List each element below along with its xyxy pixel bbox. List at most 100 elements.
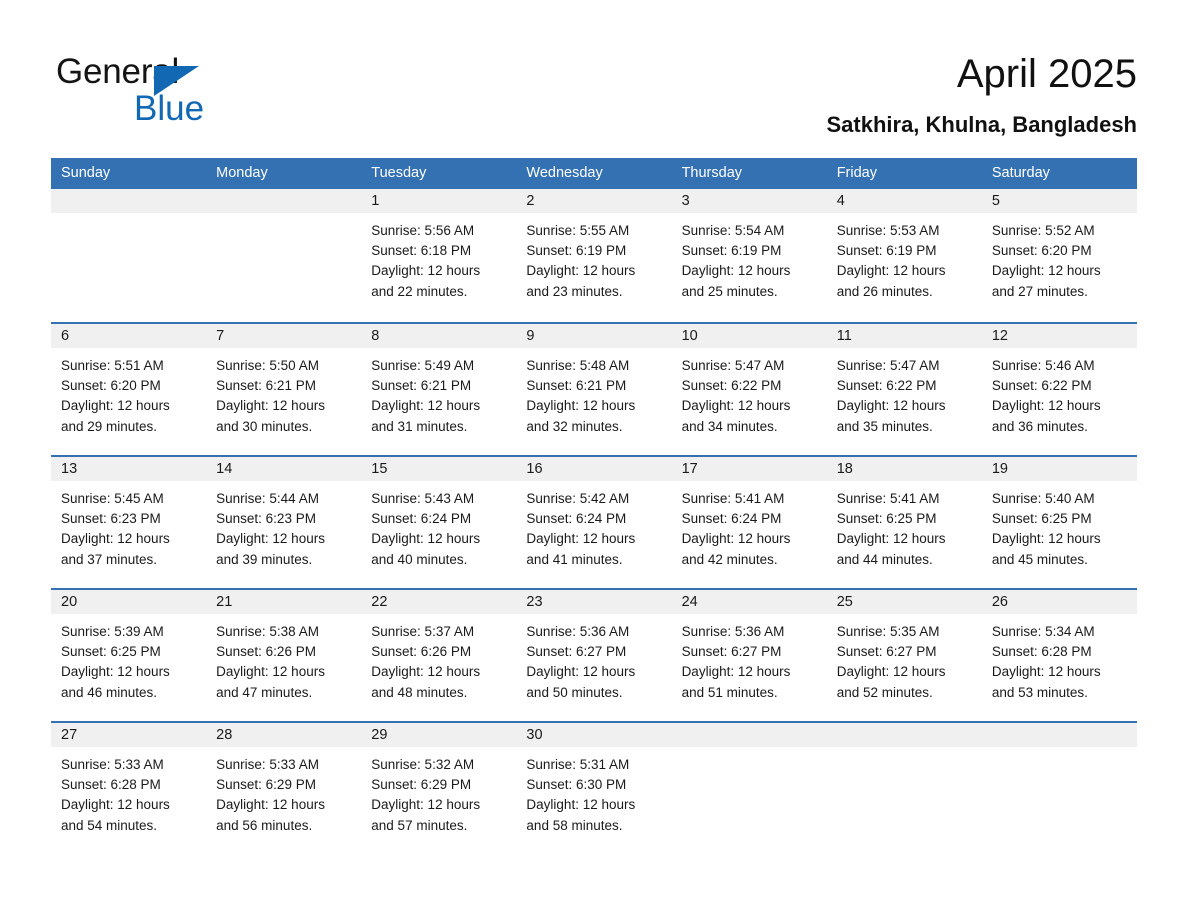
daylight-line2-text: and 26 minutes. bbox=[836, 283, 933, 299]
day-details: Sunrise: 5:33 AM Sunset: 6:29 PM Daylight:… bbox=[206, 747, 361, 836]
calendar-day-cell-empty bbox=[51, 189, 207, 322]
day-number: 10 bbox=[671, 324, 827, 348]
daylight-line1-text: Daylight: 12 hours bbox=[681, 531, 791, 547]
day-number bbox=[981, 723, 1137, 747]
calendar-day-cell-empty bbox=[671, 723, 827, 854]
calendar-day-cell[interactable]: 17 Sunrise: 5:41 AM Sunset: 6:24 PM Dayligh… bbox=[671, 457, 827, 588]
calendar-day-cell[interactable]: 30 Sunrise: 5:31 AM Sunset: 6:30 PM Dayligh… bbox=[516, 723, 672, 854]
sunrise-text: Sunrise: 5:38 AM bbox=[216, 624, 319, 639]
calendar-day-cell[interactable]: 7 Sunrise: 5:50 AM Sunset: 6:21 PM Daylight… bbox=[206, 324, 362, 455]
day-number: 17 bbox=[671, 457, 827, 481]
day-details: Sunrise: 5:46 AM Sunset: 6:22 PM Daylight:… bbox=[982, 348, 1137, 437]
day-details: Sunrise: 5:41 AM Sunset: 6:25 PM Daylight:… bbox=[827, 481, 982, 570]
weekday-header-friday: Friday bbox=[836, 165, 877, 181]
daylight-line2-text: and 22 minutes. bbox=[371, 283, 468, 299]
daylight-line1-text: Daylight: 12 hours bbox=[61, 664, 170, 680]
daylight-line1-text: Daylight: 12 hours bbox=[371, 797, 481, 813]
daylight-line1-text: Daylight: 12 hours bbox=[216, 797, 325, 813]
daylight-line2-text: and 27 minutes. bbox=[991, 283, 1088, 299]
calendar-day-cell[interactable]: 10 Sunrise: 5:47 AM Sunset: 6:22 PM Dayligh… bbox=[671, 324, 827, 455]
day-number: 24 bbox=[671, 590, 827, 614]
calendar-week-row: 6 Sunrise: 5:51 AM Sunset: 6:20 PM Daylight… bbox=[51, 322, 1137, 455]
calendar-day-cell[interactable]: 15 Sunrise: 5:43 AM Sunset: 6:24 PM Dayligh… bbox=[361, 457, 517, 588]
sunrise-text: Sunrise: 5:32 AM bbox=[371, 757, 475, 772]
day-details: Sunrise: 5:52 AM Sunset: 6:20 PM Daylight:… bbox=[982, 213, 1137, 302]
daylight-line2-text: and 41 minutes. bbox=[526, 551, 623, 567]
calendar-day-cell[interactable]: 1 Sunrise: 5:56 AM Sunset: 6:18 PM Daylight… bbox=[361, 189, 517, 322]
day-number: 6 bbox=[51, 324, 207, 348]
day-details: Sunrise: 5:56 AM Sunset: 6:18 PM Daylight:… bbox=[361, 213, 516, 302]
calendar-day-cell[interactable]: 23 Sunrise: 5:36 AM Sunset: 6:27 PM Dayligh… bbox=[516, 590, 672, 721]
calendar-day-cell[interactable]: 2 Sunrise: 5:55 AM Sunset: 6:19 PM Daylight… bbox=[516, 189, 672, 322]
calendar-day-cell[interactable]: 18 Sunrise: 5:41 AM Sunset: 6:25 PM Dayligh… bbox=[826, 457, 982, 588]
sunset-text: Sunset: 6:23 PM bbox=[216, 511, 316, 527]
day-details: Sunrise: 5:34 AM Sunset: 6:28 PM Daylight:… bbox=[982, 614, 1137, 703]
weekday-header-row: Sunday Monday Tuesday Wednesday Thursday Frid… bbox=[51, 158, 1137, 189]
calendar-day-cell[interactable]: 26 Sunrise: 5:34 AM Sunset: 6:28 PM Dayligh… bbox=[981, 590, 1137, 721]
calendar-day-cell[interactable]: 13 Sunrise: 5:45 AM Sunset: 6:23 PM Dayligh… bbox=[51, 457, 207, 588]
calendar-week-row: 1 Sunrise: 5:56 AM Sunset: 6:18 PM Daylight… bbox=[51, 189, 1137, 322]
day-number: 16 bbox=[516, 457, 672, 481]
calendar-day-cell[interactable]: 20 Sunrise: 5:39 AM Sunset: 6:25 PM Dayligh… bbox=[51, 590, 207, 721]
daylight-line2-text: and 42 minutes. bbox=[681, 551, 778, 567]
calendar-day-cell[interactable]: 29 Sunrise: 5:32 AM Sunset: 6:29 PM Dayligh… bbox=[361, 723, 517, 854]
daylight-line2-text: and 50 minutes. bbox=[526, 684, 623, 700]
calendar-table: Sunday Monday Tuesday Wednesday Thursday Frid… bbox=[51, 158, 1137, 854]
calendar-day-cell[interactable]: 6 Sunrise: 5:51 AM Sunset: 6:20 PM Daylight… bbox=[51, 324, 207, 455]
calendar-day-cell[interactable]: 16 Sunrise: 5:42 AM Sunset: 6:24 PM Dayligh… bbox=[516, 457, 672, 588]
daylight-line2-text: and 37 minutes. bbox=[61, 551, 158, 567]
daylight-line1-text: Daylight: 12 hours bbox=[681, 664, 791, 680]
sunrise-text: Sunrise: 5:43 AM bbox=[371, 491, 475, 506]
calendar-day-cell[interactable]: 5 Sunrise: 5:52 AM Sunset: 6:20 PM Daylight… bbox=[981, 189, 1137, 322]
calendar-day-cell[interactable]: 24 Sunrise: 5:36 AM Sunset: 6:27 PM Dayligh… bbox=[671, 590, 827, 721]
calendar-day-cell-empty bbox=[981, 723, 1137, 854]
day-number: 18 bbox=[826, 457, 982, 481]
sunrise-text: Sunrise: 5:34 AM bbox=[991, 624, 1095, 639]
calendar-day-cell[interactable]: 28 Sunrise: 5:33 AM Sunset: 6:29 PM Dayligh… bbox=[206, 723, 362, 854]
daylight-line2-text: and 34 minutes. bbox=[681, 418, 778, 434]
calendar-day-cell[interactable]: 8 Sunrise: 5:49 AM Sunset: 6:21 PM Daylight… bbox=[361, 324, 517, 455]
daylight-line1-text: Daylight: 12 hours bbox=[216, 531, 325, 547]
daylight-line1-text: Daylight: 12 hours bbox=[526, 263, 636, 279]
calendar-day-cell[interactable]: 19 Sunrise: 5:40 AM Sunset: 6:25 PM Dayligh… bbox=[981, 457, 1137, 588]
day-details: Sunrise: 5:53 AM Sunset: 6:19 PM Daylight:… bbox=[827, 213, 982, 302]
calendar-day-cell[interactable]: 22 Sunrise: 5:37 AM Sunset: 6:26 PM Dayligh… bbox=[361, 590, 517, 721]
calendar-day-cell[interactable]: 21 Sunrise: 5:38 AM Sunset: 6:26 PM Dayligh… bbox=[206, 590, 362, 721]
daylight-line2-text: and 52 minutes. bbox=[836, 684, 933, 700]
sunrise-text: Sunrise: 5:45 AM bbox=[61, 491, 164, 506]
day-details: Sunrise: 5:32 AM Sunset: 6:29 PM Daylight:… bbox=[361, 747, 516, 836]
calendar-day-cell[interactable]: 4 Sunrise: 5:53 AM Sunset: 6:19 PM Daylight… bbox=[826, 189, 982, 322]
sunset-text: Sunset: 6:29 PM bbox=[371, 777, 472, 793]
sunset-text: Sunset: 6:21 PM bbox=[216, 378, 316, 394]
weekday-header-tuesday: Tuesday bbox=[371, 165, 427, 181]
day-number: 21 bbox=[206, 590, 362, 614]
sunrise-text: Sunrise: 5:50 AM bbox=[216, 358, 319, 373]
sunset-text: Sunset: 6:25 PM bbox=[991, 511, 1092, 527]
sunset-text: Sunset: 6:20 PM bbox=[61, 378, 161, 394]
day-number: 7 bbox=[206, 324, 362, 348]
sunrise-text: Sunrise: 5:31 AM bbox=[526, 757, 630, 772]
calendar-day-cell[interactable]: 14 Sunrise: 5:44 AM Sunset: 6:23 PM Dayligh… bbox=[206, 457, 362, 588]
calendar-day-cell[interactable]: 25 Sunrise: 5:35 AM Sunset: 6:27 PM Dayligh… bbox=[826, 590, 982, 721]
daylight-line1-text: Daylight: 12 hours bbox=[991, 664, 1101, 680]
calendar-day-cell[interactable]: 27 Sunrise: 5:33 AM Sunset: 6:28 PM Dayligh… bbox=[51, 723, 207, 854]
day-details: Sunrise: 5:36 AM Sunset: 6:27 PM Daylight:… bbox=[516, 614, 671, 703]
daylight-line2-text: and 35 minutes. bbox=[836, 418, 933, 434]
day-details: Sunrise: 5:44 AM Sunset: 6:23 PM Daylight:… bbox=[206, 481, 361, 570]
daylight-line1-text: Daylight: 12 hours bbox=[371, 398, 481, 414]
sunset-text: Sunset: 6:21 PM bbox=[371, 378, 472, 394]
sunset-text: Sunset: 6:24 PM bbox=[526, 511, 627, 527]
calendar-day-cell[interactable]: 3 Sunrise: 5:54 AM Sunset: 6:19 PM Daylight… bbox=[671, 189, 827, 322]
day-number bbox=[671, 723, 827, 747]
sunset-text: Sunset: 6:19 PM bbox=[681, 243, 782, 259]
daylight-line1-text: Daylight: 12 hours bbox=[371, 263, 481, 279]
daylight-line1-text: Daylight: 12 hours bbox=[61, 797, 170, 813]
weekday-header-thursday: Thursday bbox=[681, 165, 743, 181]
weekday-header-saturday: Saturday bbox=[991, 165, 1050, 181]
calendar-day-cell[interactable]: 11 Sunrise: 5:47 AM Sunset: 6:22 PM Dayligh… bbox=[826, 324, 982, 455]
calendar-day-cell[interactable]: 12 Sunrise: 5:46 AM Sunset: 6:22 PM Dayligh… bbox=[981, 324, 1137, 455]
sunset-text: Sunset: 6:27 PM bbox=[526, 644, 627, 660]
calendar-day-cell[interactable]: 9 Sunrise: 5:48 AM Sunset: 6:21 PM Daylight… bbox=[516, 324, 672, 455]
day-number: 29 bbox=[361, 723, 517, 747]
day-number bbox=[206, 189, 362, 213]
